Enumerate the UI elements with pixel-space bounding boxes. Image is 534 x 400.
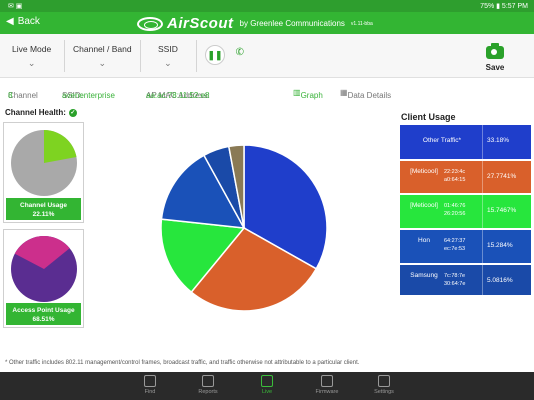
client-mac: 64:27:37 ec:7e:53 [444, 238, 466, 252]
info-bar: Channel 8 SSID: avenenterprise AP MAC Ad… [0, 85, 534, 101]
client-usage-row[interactable]: Samsung 7c:78:7e 30:64:7e 5.0816% [400, 265, 531, 295]
footnote: * Other traffic includes 802.11 manageme… [5, 360, 360, 366]
back-label: Back [17, 16, 40, 27]
client-usage-row[interactable]: Other Traffic* 33.18% [400, 125, 531, 159]
row-divider [482, 265, 483, 295]
back-button[interactable]: ◀ Back [6, 16, 40, 27]
nav-label: Live [261, 389, 273, 395]
nav-label: Reports [198, 389, 218, 395]
ap-usage-caption: Access Point Usage 68.51% [6, 303, 81, 325]
divider [64, 40, 65, 72]
ap-usage-label: Access Point Usage [12, 307, 75, 314]
chevron-down-icon: ⌄ [27, 58, 36, 68]
status-battery-time: 75% ▮ 5:57 PM [480, 3, 528, 10]
ap-usage-value: 68.51% [32, 316, 55, 323]
app-vendor: by Greenlee Communications [239, 19, 345, 28]
nav-label: Firmware [315, 389, 339, 395]
client-usage-pie-chart [160, 144, 328, 312]
save-button[interactable]: Save [482, 43, 508, 72]
live-icon [261, 375, 273, 387]
nav-settings[interactable]: Settings [364, 375, 404, 395]
channel-value: 8 [8, 91, 13, 100]
client-mac: 7c:78:7e 30:64:7e [444, 273, 466, 287]
back-arrow-icon: ◀ [6, 16, 14, 27]
client-name: Samsung [410, 272, 438, 279]
client-usage-row[interactable]: [Meticool] 22:23:4c a0:64:15 27.7741% [400, 161, 531, 193]
app-name: AirScout [167, 15, 234, 32]
client-name: Hon [418, 237, 430, 244]
row-divider [482, 125, 483, 159]
channel-health-heading: Channel Health: ✓ [5, 108, 77, 117]
data-details-label: Data Details [347, 91, 392, 100]
nav-find[interactable]: Find [130, 375, 170, 395]
client-usage-row[interactable]: Hon 64:27:37 ec:7e:53 15.284% [400, 230, 531, 263]
nav-live[interactable]: Live [247, 375, 287, 395]
channel-health-label: Channel Health: [5, 108, 66, 117]
reports-icon [202, 375, 214, 387]
row-divider [482, 230, 483, 263]
channel-label: Channel [8, 91, 38, 100]
divider [196, 40, 197, 72]
pause-icon: ❚❚ [207, 50, 223, 60]
nav-reports[interactable]: Reports [188, 375, 228, 395]
client-usage-value: 15.284% [487, 242, 513, 249]
client-name: Other Traffic* [422, 137, 462, 144]
client-usage-value: 15.7467% [487, 207, 517, 214]
nav-firmware[interactable]: Firmware [307, 375, 347, 395]
nav-label: Find [144, 389, 156, 395]
row-divider [482, 161, 483, 193]
chevron-down-icon: ⌄ [98, 58, 107, 68]
ap-usage-pie [11, 236, 77, 302]
client-usage-value: 33.18% [487, 137, 510, 144]
client-usage-title: Client Usage [401, 112, 456, 122]
phone-icon[interactable]: ✆ [234, 46, 246, 59]
mac-value: aa:ac:78:11:52:e8 [146, 91, 210, 100]
ap-usage-card: Access Point Usage 68.51% [3, 229, 84, 328]
channel-band-dropdown[interactable]: Channel / Band ⌄ [73, 44, 132, 69]
graph-tab[interactable]: ▥ Graph [293, 88, 323, 100]
channel-usage-label: Channel Usage [20, 202, 67, 209]
live-mode-label: Live Mode [12, 44, 52, 54]
client-name: [Meticool] [410, 202, 438, 209]
status-left-icons: ✉ ▣ [8, 3, 23, 10]
client-name: [Meticool] [410, 168, 438, 175]
firmware-icon [321, 375, 333, 387]
camera-icon [486, 43, 504, 59]
bottom-nav: Find Reports Live Firmware Settings [0, 372, 534, 400]
app-bar: ◀ Back AirScout by Greenlee Communicatio… [0, 12, 534, 34]
find-icon [144, 375, 156, 387]
channel-usage-value: 22.11% [32, 211, 55, 218]
check-icon: ✓ [68, 108, 77, 117]
nav-label: Settings [374, 389, 394, 395]
graph-label: Graph [300, 91, 323, 100]
toolbar: Live Mode ⌄ Channel / Band ⌄ SSID ⌄ ❚❚ ✆… [0, 34, 534, 78]
client-usage-value: 5.0816% [487, 277, 513, 284]
chevron-down-icon: ⌄ [164, 58, 172, 68]
channel-usage-caption: Channel Usage 22.11% [6, 198, 81, 220]
divider [140, 40, 141, 72]
app-logo: AirScout by Greenlee Communications v1.1… [137, 15, 373, 32]
client-usage-table: Other Traffic* 33.18% [Meticool] 22:23:4c a… [400, 125, 531, 297]
client-usage-value: 27.7741% [487, 173, 517, 180]
status-bar: ✉ ▣ 75% ▮ 5:57 PM [0, 0, 534, 12]
settings-icon [378, 375, 390, 387]
airscout-logo-icon [137, 16, 163, 31]
pause-button[interactable]: ❚❚ [205, 45, 225, 65]
data-details-tab[interactable]: ▦ Data Details [340, 88, 391, 100]
row-divider [482, 195, 483, 228]
channel-band-label: Channel / Band [73, 44, 132, 54]
ssid-value: avenenterprise [62, 91, 115, 100]
client-mac: 22:23:4c a0:64:15 [444, 169, 466, 183]
client-mac: 01:46:76 26:20:56 [444, 203, 466, 217]
ssid-label: SSID [158, 44, 178, 54]
ssid-dropdown[interactable]: SSID ⌄ [158, 44, 178, 69]
live-mode-dropdown[interactable]: Live Mode ⌄ [12, 44, 51, 69]
channel-usage-card: Channel Usage 22.11% [3, 122, 84, 223]
channel-usage-pie [11, 130, 77, 196]
save-label: Save [485, 63, 505, 72]
client-usage-row[interactable]: [Meticool] 01:46:76 26:20:56 15.7467% [400, 195, 531, 228]
app-version: v1.11-bba [350, 20, 373, 27]
